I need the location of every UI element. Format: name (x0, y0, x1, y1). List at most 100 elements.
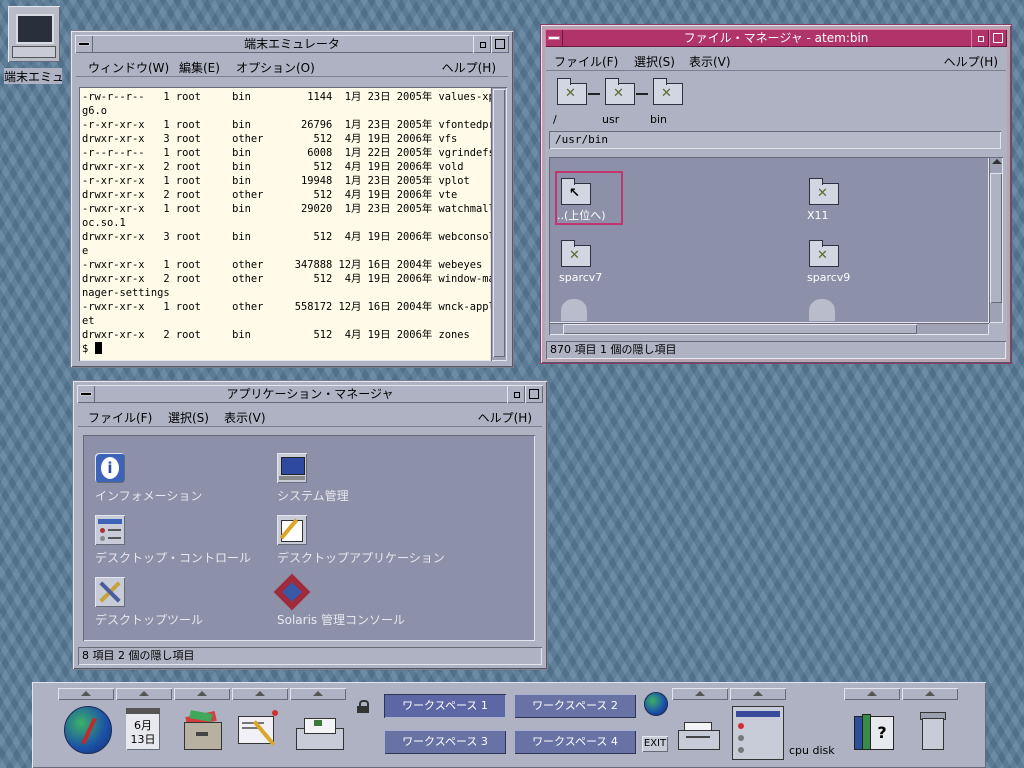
window-menu-button[interactable] (77, 385, 95, 403)
menu-help[interactable]: ヘルプ(H) (944, 53, 998, 70)
menu-help[interactable]: ヘルプ(H) (478, 409, 532, 426)
maximize-button[interactable] (989, 29, 1007, 47)
terminal-line: -r--r--r-- 1 root bin 6008 1月 22日 2005年 … (82, 147, 491, 159)
menu-file[interactable]: ファイル(F) (554, 53, 618, 70)
subpanel-arrow[interactable] (116, 688, 172, 700)
file-item-label: sparcv9 (807, 271, 851, 284)
app-label: デスクトップ・コントロール (95, 551, 252, 565)
app-manager-title: アプリケーション・マネージャ (226, 387, 394, 401)
subpanel-arrow[interactable] (672, 688, 728, 700)
terminal-icon (8, 6, 60, 62)
path-folder-bin-icon[interactable]: ✕ (653, 78, 683, 105)
desktop-tools-icon[interactable] (95, 577, 125, 607)
mail-tray-icon[interactable] (296, 718, 344, 750)
subpanel-arrow[interactable] (174, 688, 230, 700)
terminal-line: drwxr-xr-x 2 root other 512 4月 19日 2006年… (82, 273, 491, 285)
subpanel-arrow[interactable] (730, 688, 786, 700)
menu-options[interactable]: オプション(O) (236, 59, 315, 76)
menu-window[interactable]: ウィンドウ(W) (88, 59, 169, 76)
trash-icon[interactable] (920, 712, 946, 750)
file-item-partial-icon (809, 299, 835, 321)
folder-x11-icon[interactable]: ✕ (809, 178, 839, 205)
desktop-terminal-icon[interactable]: 端末エミュ (2, 6, 62, 84)
window-menu-button[interactable] (75, 35, 93, 53)
file-list-hscrollbar[interactable] (549, 323, 989, 335)
path-field[interactable]: /usr/bin (549, 131, 1001, 149)
file-list-vscrollbar[interactable] (989, 157, 1003, 323)
path-folder-usr-icon[interactable]: ✕ (605, 78, 635, 105)
file-item-label: X11 (807, 209, 829, 222)
terminal-menubar: ウィンドウ(W) 編集(E) オプション(O) ヘルプ(H) (76, 55, 508, 77)
menu-help[interactable]: ヘルプ(H) (442, 59, 496, 76)
file-cabinet-icon[interactable] (182, 710, 222, 750)
terminal-line: drwxr-xr-x 2 root bin 512 4月 19日 2006年 z… (82, 329, 470, 341)
subpanel-arrow[interactable] (290, 688, 346, 700)
folder-sparcv7-icon[interactable]: ✕ (561, 240, 591, 267)
minimize-button[interactable] (507, 385, 525, 403)
terminal-line: drwxr-xr-x 2 root bin 512 4月 19日 2006年 v… (82, 161, 464, 173)
menu-file[interactable]: ファイル(F) (88, 409, 152, 426)
workspace-1-button[interactable]: ワークスペース 1 (384, 694, 506, 718)
terminal-line: nager-settings (82, 287, 170, 299)
terminal-line: -r-xr-xr-x 1 root bin 19948 1月 23日 2005年… (82, 175, 470, 187)
performance-meter-icon[interactable] (732, 706, 784, 760)
scroll-up-arrow[interactable] (992, 159, 1002, 164)
system-admin-icon[interactable] (277, 453, 307, 483)
path-folder-root-icon[interactable]: ✕ (557, 78, 587, 105)
menu-edit[interactable]: 編集(E) (179, 59, 220, 76)
subpanel-arrow[interactable] (58, 688, 114, 700)
app-label: システム管理 (277, 489, 349, 503)
maximize-button[interactable] (525, 385, 543, 403)
terminal-output[interactable]: -rw-r--r-- 1 root bin 1144 1月 23日 2005年 … (79, 87, 491, 361)
subpanel-arrow[interactable] (844, 688, 900, 700)
calendar-icon[interactable]: 6月 13日 (126, 708, 160, 750)
workspace-3-button[interactable]: ワークスペース 3 (384, 730, 506, 754)
app-manager-menubar: ファイル(F) 選択(S) 表示(V) ヘルプ(H) (78, 405, 542, 427)
menu-view[interactable]: 表示(V) (689, 53, 731, 70)
terminal-titlebar[interactable]: 端末エミュレータ (75, 35, 509, 53)
app-label: インフォメーション (95, 489, 203, 503)
desktop-icon-label: 端末エミュ (4, 68, 62, 84)
globe-icon[interactable] (64, 706, 112, 754)
menu-select[interactable]: 選択(S) (634, 53, 675, 70)
minimize-button[interactable] (473, 35, 491, 53)
workspace-4-button[interactable]: ワークスペース 4 (514, 730, 636, 754)
app-list-pane[interactable]: i インフォメーション システム管理 デスクトップ・コントロール デスクトップア… (83, 435, 535, 641)
subpanel-arrow[interactable] (902, 688, 958, 700)
printer-icon[interactable] (678, 722, 720, 750)
file-item-partial-icon (561, 299, 587, 321)
app-manager-window[interactable]: アプリケーション・マネージャ ファイル(F) 選択(S) 表示(V) ヘルプ(H… (72, 380, 548, 670)
info-icon[interactable]: i (95, 453, 125, 483)
help-books-icon[interactable]: ? (854, 712, 894, 750)
minimize-button[interactable] (971, 29, 989, 47)
file-list-pane[interactable]: ↖ ..(上位へ) ✕ X11 ✕ sparcv7 ✕ sparcv9 (549, 157, 989, 323)
window-menu-button[interactable] (545, 29, 563, 47)
small-globe-icon[interactable] (644, 692, 668, 716)
terminal-scrollbar[interactable] (491, 87, 507, 361)
file-manager-titlebar[interactable]: ファイル・マネージャ - atem:bin (545, 29, 1007, 47)
terminal-prompt[interactable]: $ (82, 342, 491, 356)
menu-select[interactable]: 選択(S) (168, 409, 209, 426)
workspace-2-button[interactable]: ワークスペース 2 (514, 694, 636, 718)
terminal-text: -rw-r--r-- 1 root bin 1144 1月 23日 2005年 … (79, 87, 491, 356)
menu-view[interactable]: 表示(V) (224, 409, 266, 426)
file-manager-window[interactable]: ファイル・マネージャ - atem:bin ファイル(F) 選択(S) 表示(V… (540, 24, 1012, 364)
lock-icon[interactable] (357, 700, 369, 713)
text-editor-icon[interactable] (238, 710, 282, 750)
terminal-line: -rw-r--r-- 1 root bin 1144 1月 23日 2005年 … (82, 91, 491, 103)
terminal-line: -r-xr-xr-x 1 root bin 26796 1月 23日 2005年… (82, 119, 491, 131)
exit-button[interactable]: EXIT (642, 736, 668, 752)
app-label: デスクトップアプリケーション (277, 551, 445, 565)
solaris-console-icon[interactable] (273, 573, 311, 611)
subpanel-arrow[interactable] (232, 688, 288, 700)
terminal-title: 端末エミュレータ (244, 37, 340, 51)
terminal-window[interactable]: 端末エミュレータ ウィンドウ(W) 編集(E) オプション(O) ヘルプ(H) … (70, 30, 514, 368)
folder-sparcv9-icon[interactable]: ✕ (809, 240, 839, 267)
desktop-controls-icon[interactable] (95, 515, 125, 545)
desktop-apps-icon[interactable] (277, 515, 307, 545)
terminal-cursor (94, 342, 102, 354)
file-manager-title: ファイル・マネージャ - atem:bin (683, 31, 869, 45)
terminal-line: drwxr-xr-x 3 root other 512 4月 19日 2006年… (82, 133, 458, 145)
app-manager-titlebar[interactable]: アプリケーション・マネージャ (77, 385, 543, 403)
maximize-button[interactable] (491, 35, 509, 53)
